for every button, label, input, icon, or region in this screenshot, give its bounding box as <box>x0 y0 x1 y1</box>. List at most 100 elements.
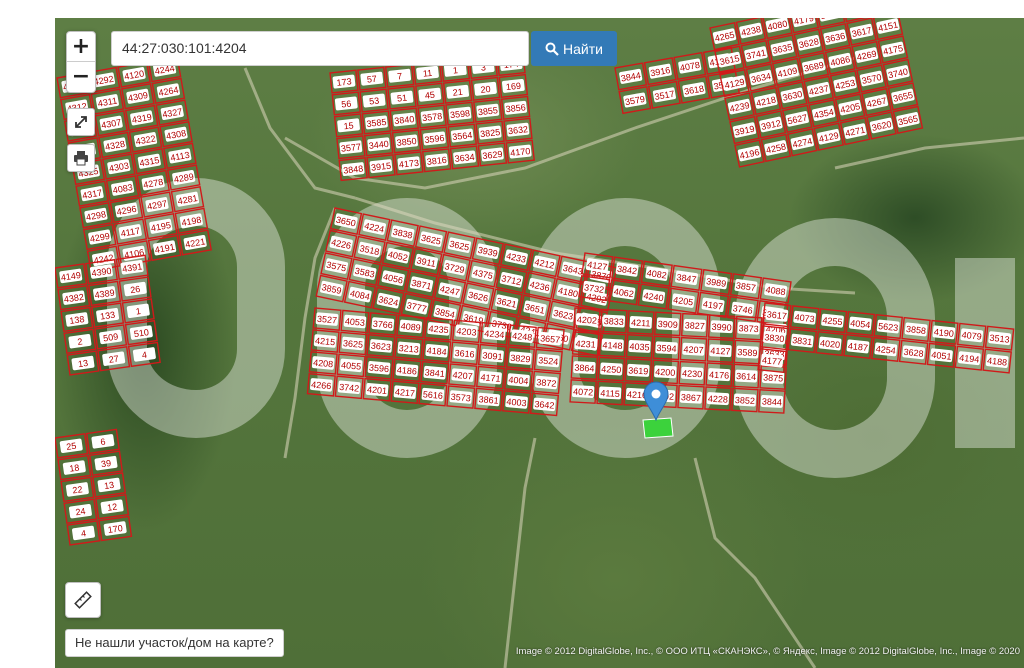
parcel[interactable]: 3524 <box>533 348 563 373</box>
parcel[interactable]: 4224 <box>358 213 391 242</box>
parcel[interactable]: 3517 <box>647 80 681 109</box>
parcel[interactable]: 45 <box>415 82 445 107</box>
parcel[interactable]: 3577 <box>336 135 366 160</box>
parcel[interactable]: 3844 <box>758 389 786 414</box>
parcel[interactable]: 4375 <box>466 259 500 288</box>
parcel[interactable]: 4228 <box>704 386 732 411</box>
parcel[interactable]: 3565 <box>892 105 924 135</box>
parcel[interactable]: 4088 <box>759 277 792 304</box>
parcel[interactable]: 4247 <box>433 276 467 305</box>
parcel[interactable]: 4176 <box>705 362 734 388</box>
parcel[interactable]: 138 <box>60 306 94 333</box>
parcel[interactable]: 13 <box>66 350 100 376</box>
parcel[interactable]: 4233 <box>500 243 533 272</box>
not-found-link[interactable]: Не нашли участок/дом на карте? <box>65 629 284 657</box>
parcel[interactable]: 4051 <box>926 342 957 368</box>
parcel[interactable]: 5616 <box>418 382 448 407</box>
parcel[interactable]: 7 <box>384 63 415 88</box>
zoom-in-button[interactable]: + <box>67 32 95 62</box>
parcel[interactable]: 13 <box>92 472 127 498</box>
parcel[interactable]: 3864 <box>570 355 599 380</box>
parcel[interactable]: 4052 <box>381 241 415 270</box>
parcel[interactable]: 3651 <box>518 294 552 323</box>
parcel[interactable]: 4198 <box>174 207 209 235</box>
parcel[interactable]: 3858 <box>901 316 931 343</box>
parcel[interactable]: 4354 <box>808 99 840 128</box>
satellite-map[interactable]: 4293429241204244431243114309426443044307… <box>55 18 1024 668</box>
parcel[interactable]: 4253 <box>829 69 861 99</box>
parcel[interactable]: 3596 <box>364 355 394 380</box>
parcel[interactable]: 3909 <box>654 311 682 337</box>
parcel[interactable]: 3919 <box>729 115 760 145</box>
parcel[interactable]: 3729 <box>438 253 471 282</box>
parcel[interactable]: 133 <box>91 302 125 328</box>
parcel[interactable]: 4303 <box>101 153 136 180</box>
parcel[interactable]: 3825 <box>475 120 505 145</box>
parcel[interactable]: 3854 <box>428 298 462 327</box>
parcel[interactable]: 3742 <box>334 375 364 400</box>
parcel[interactable]: 4127 <box>706 338 735 364</box>
parcel[interactable]: 26 <box>118 276 152 302</box>
parcel[interactable]: 3620 <box>866 111 897 140</box>
parcel[interactable]: 4149 <box>55 263 88 289</box>
parcel[interactable]: 56 <box>331 91 362 116</box>
parcel[interactable]: 3852 <box>731 387 759 413</box>
parcel[interactable]: 4078 <box>673 51 707 81</box>
parcel[interactable]: 4269 <box>851 40 882 70</box>
parcel[interactable]: 3872 <box>531 370 561 395</box>
parcel[interactable]: 3589 <box>733 339 762 365</box>
parcel[interactable]: 39 <box>88 450 124 476</box>
parcel[interactable]: 4315 <box>132 148 167 175</box>
parcel[interactable]: 4194 <box>954 345 985 371</box>
parcel[interactable]: 4079 <box>956 322 987 348</box>
zoom-out-button[interactable]: − <box>67 62 95 92</box>
parcel[interactable]: 4171 <box>476 365 506 390</box>
parcel[interactable]: 3440 <box>363 132 394 157</box>
parcel[interactable]: 3850 <box>391 129 422 154</box>
parcel[interactable]: 3939 <box>471 237 505 266</box>
parcel[interactable]: 4196 <box>734 139 765 168</box>
parcel[interactable]: 3655 <box>887 82 919 111</box>
parcel[interactable]: 4239 <box>724 92 755 121</box>
parcel[interactable]: 5623 <box>873 313 904 340</box>
parcel[interactable]: 4207 <box>448 363 478 387</box>
parcel[interactable]: 6 <box>85 428 120 455</box>
parcel[interactable]: 3579 <box>618 85 652 115</box>
parcel[interactable]: 4115 <box>596 380 624 406</box>
parcel[interactable]: 3630 <box>776 81 808 110</box>
parcel[interactable]: 3578 <box>417 104 447 129</box>
parcel[interactable]: 4264 <box>151 77 186 105</box>
parcel[interactable]: 4221 <box>178 229 212 256</box>
parcel[interactable]: 3855 <box>473 98 503 123</box>
parcel[interactable]: 4082 <box>640 260 673 287</box>
parcel[interactable]: 4113 <box>163 142 197 170</box>
parcel[interactable]: 4250 <box>597 356 626 382</box>
parcel[interactable]: 4208 <box>308 351 338 375</box>
parcel[interactable]: 51 <box>387 85 417 110</box>
parcel[interactable]: 4055 <box>336 353 366 378</box>
parcel[interactable]: 4073 <box>789 305 820 331</box>
parcel[interactable]: 4218 <box>750 86 782 116</box>
parcel[interactable]: 4298 <box>79 202 113 229</box>
parcel[interactable]: 4201 <box>362 377 392 402</box>
parcel[interactable]: 3629 <box>477 142 508 167</box>
parcel[interactable]: 4109 <box>771 57 803 87</box>
parcel[interactable]: 3596 <box>419 126 450 151</box>
parcel[interactable]: 4215 <box>310 329 340 353</box>
parcel[interactable]: 4267 <box>861 87 892 117</box>
parcel[interactable]: 173 <box>329 69 359 94</box>
parcel[interactable]: 4003 <box>502 390 532 414</box>
parcel[interactable]: 4129 <box>719 68 750 98</box>
parcel[interactable]: 3827 <box>680 312 709 338</box>
parcel[interactable]: 21 <box>442 79 473 104</box>
parcel[interactable]: 4240 <box>637 283 670 310</box>
parcel[interactable]: 3829 <box>505 346 535 370</box>
parcel[interactable]: 4281 <box>170 185 205 213</box>
parcel[interactable]: 4236 <box>523 271 557 300</box>
parcel[interactable]: 3564 <box>447 123 478 148</box>
parcel[interactable]: 4235 <box>424 317 454 341</box>
parcel[interactable]: 4308 <box>159 121 193 148</box>
parcel[interactable]: 3623 <box>366 334 396 358</box>
parcel[interactable]: 3628 <box>898 339 929 365</box>
parcel[interactable]: 4053 <box>340 309 370 334</box>
